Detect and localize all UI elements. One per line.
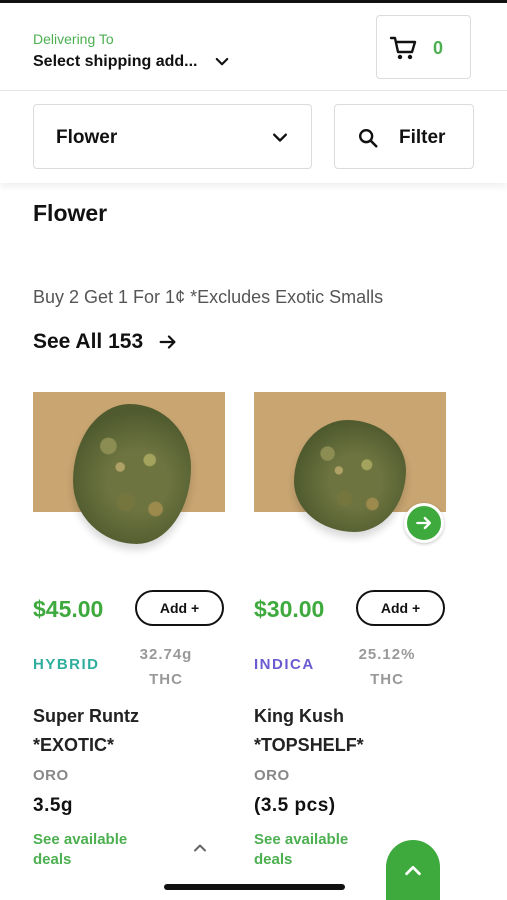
see-all-label: See All 153	[33, 330, 144, 353]
product-photo	[294, 420, 406, 532]
shipping-address-select[interactable]: Select shipping add...	[33, 53, 231, 71]
section-title: Flower	[33, 200, 108, 226]
thc-value: 32.74g	[139, 646, 193, 663]
home-indicator	[164, 884, 345, 890]
product-name-line2: *TOPSHELF*	[254, 735, 364, 755]
see-deals-line2: deals	[33, 851, 72, 868]
product-name-line2: *EXOTIC*	[33, 735, 115, 755]
see-deals-line2: deals	[254, 851, 293, 868]
see-deals-line1: See available	[33, 831, 128, 848]
promo-text: Buy 2 Get 1 For 1¢ *Excludes Exotic Smal…	[33, 287, 384, 307]
shipping-address-value: Select shipping add...	[33, 53, 198, 70]
thc-value: 25.12%	[358, 646, 416, 663]
add-to-cart-button[interactable]: Add +	[135, 590, 224, 626]
strain-type: HYBRID	[33, 656, 100, 673]
category-select-value: Flower	[56, 127, 118, 148]
product-name-line1: Super Runtz	[33, 706, 139, 726]
thc-label: THC	[149, 671, 183, 688]
cart-count: 0	[433, 38, 444, 58]
filter-label: Filter	[399, 127, 446, 148]
product-name-line1: King Kush	[254, 706, 344, 726]
see-deals-link[interactable]: See available deals	[33, 830, 127, 870]
cart-icon	[389, 36, 417, 60]
see-all-link[interactable]: See All 153	[33, 330, 179, 354]
chevron-down-icon	[273, 133, 287, 142]
chevron-up-icon[interactable]	[190, 838, 210, 858]
product-name[interactable]: King Kush *TOPSHELF*	[254, 702, 449, 760]
chevron-down-icon	[216, 57, 229, 66]
thc-info: 25.12% THC	[352, 642, 422, 692]
chevron-up-icon	[405, 865, 421, 876]
product-size: 3.5g	[33, 795, 74, 816]
see-deals-line1: See available	[254, 831, 349, 848]
product-price: $30.00	[254, 596, 325, 622]
product-image[interactable]	[254, 392, 446, 558]
carousel-next-button[interactable]	[404, 503, 444, 543]
arrow-right-icon	[159, 335, 176, 349]
scroll-to-top-button[interactable]	[386, 840, 440, 900]
product-price: $45.00	[33, 596, 104, 622]
thc-label: THC	[370, 671, 404, 688]
product-photo	[73, 404, 191, 544]
delivering-label: Delivering To	[33, 31, 114, 47]
thc-info: 32.74g THC	[131, 642, 201, 692]
product-name[interactable]: Super Runtz *EXOTIC*	[33, 702, 228, 760]
filter-bar: Flower Filter	[0, 91, 507, 183]
product-image[interactable]	[33, 392, 225, 558]
product-brand: ORO	[254, 767, 290, 784]
add-to-cart-button[interactable]: Add +	[356, 590, 445, 626]
category-select[interactable]: Flower	[33, 104, 312, 169]
see-deals-link[interactable]: See available deals	[254, 830, 348, 870]
arrow-right-icon	[416, 516, 431, 530]
search-icon	[359, 129, 378, 148]
product-brand: ORO	[33, 767, 69, 784]
cart-button[interactable]: 0	[376, 15, 471, 79]
product-size: (3.5 pcs)	[254, 795, 336, 816]
filter-button[interactable]: Filter	[334, 104, 474, 169]
header: Delivering To Select shipping add... 0	[0, 3, 507, 91]
strain-type: INDICA	[254, 656, 315, 673]
